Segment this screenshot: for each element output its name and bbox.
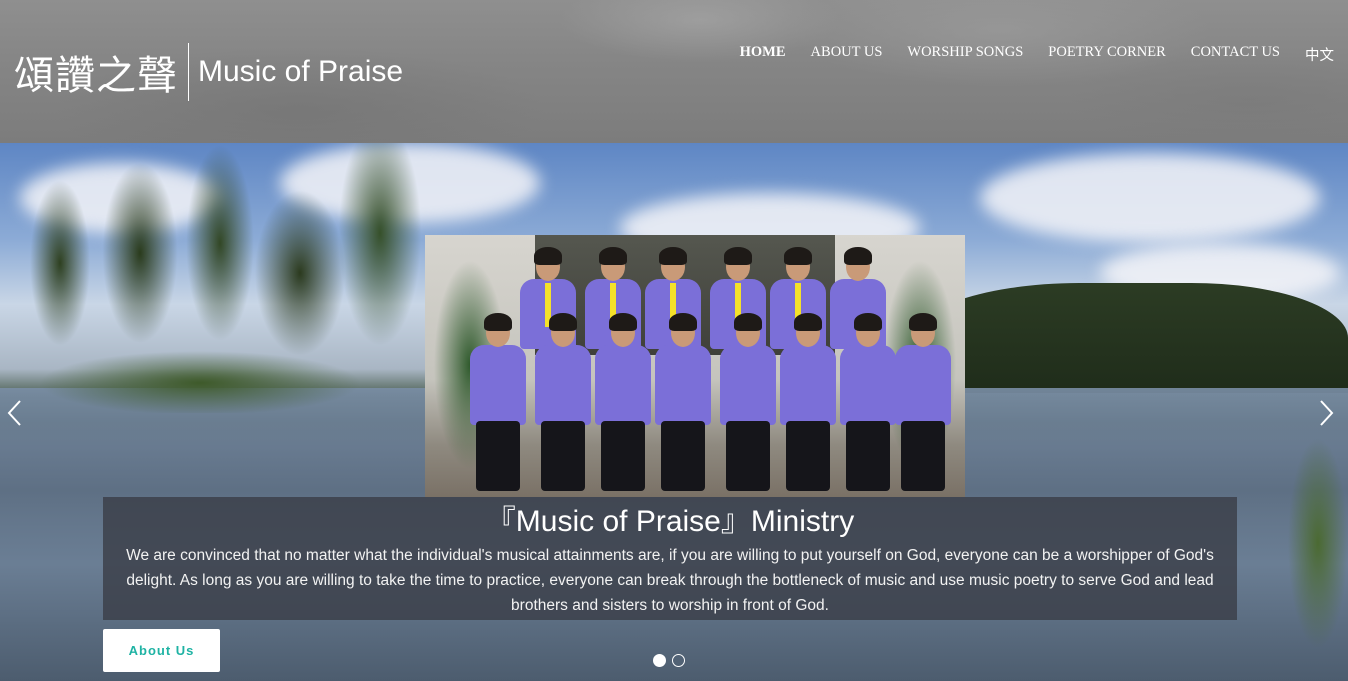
slide-description: We are convinced that no matter what the… [126, 547, 1214, 614]
slider-prev-button[interactable] [5, 398, 25, 428]
hero-slider: 『Music of Praise』Ministry We are convinc… [0, 143, 1348, 681]
slide-caption: 『Music of Praise』Ministry We are convinc… [103, 497, 1237, 620]
about-us-button[interactable]: About Us [103, 629, 220, 672]
main-nav: HOME ABOUT US WORSHIP SONGS POETRY CORNE… [715, 44, 1334, 65]
background-cloud [980, 153, 1320, 243]
chevron-left-icon [7, 400, 21, 426]
logo-divider [188, 43, 189, 101]
logo-english-title: Music of Praise [198, 55, 404, 88]
slider-dot-1[interactable] [653, 654, 666, 667]
nav-contact-us[interactable]: CONTACT US [1191, 44, 1280, 65]
choir-group-photo [425, 235, 965, 497]
slider-pagination [653, 654, 685, 667]
nav-poetry-corner[interactable]: POETRY CORNER [1048, 44, 1166, 65]
chevron-right-icon [1320, 400, 1334, 426]
nav-home[interactable]: HOME [740, 44, 786, 65]
logo-chinese-title: 頌讚之聲 [14, 53, 178, 99]
slide-title: 『Music of Praise』Ministry [485, 505, 855, 538]
site-logo[interactable]: 頌讚之聲 Music of Praise [14, 42, 403, 102]
background-treeline [900, 283, 1348, 393]
site-header: 頌讚之聲 Music of Praise HOME ABOUT US WORSH… [0, 0, 1348, 143]
background-trees [0, 143, 430, 413]
background-bush [1258, 393, 1348, 681]
nav-about-us[interactable]: ABOUT US [811, 44, 883, 65]
slider-dot-2[interactable] [672, 654, 685, 667]
nav-worship-songs[interactable]: WORSHIP SONGS [907, 44, 1023, 65]
nav-language-chinese[interactable]: 中文 [1305, 44, 1334, 65]
slider-next-button[interactable] [1316, 398, 1336, 428]
